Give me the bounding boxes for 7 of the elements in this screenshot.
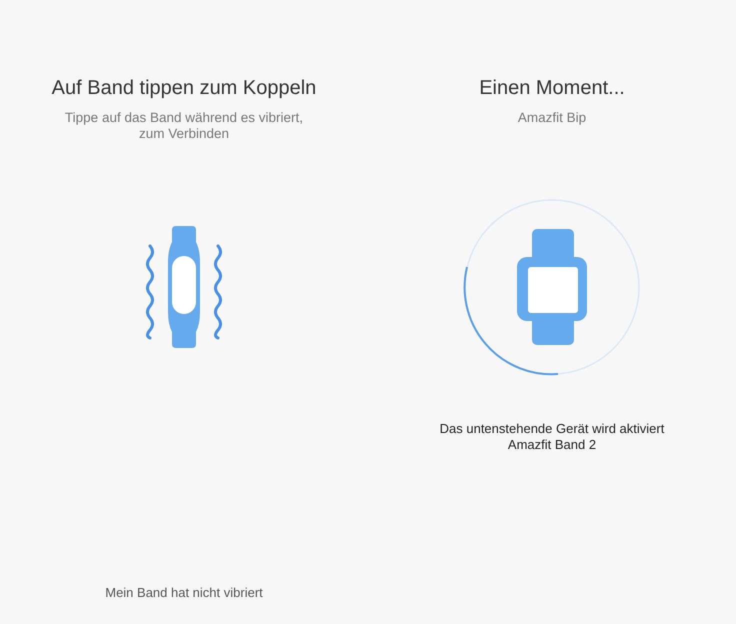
device-model: Amazfit Band 2 [508,437,596,453]
pairing-title: Auf Band tippen zum Koppeln [52,77,316,100]
band-did-not-vibrate-link[interactable]: Mein Band hat nicht vibriert [105,585,263,600]
activation-status: Das untenstehende Gerät wird aktiviert [440,421,664,437]
waiting-title: Einen Moment... [479,77,625,100]
device-name: Amazfit Bip [516,110,588,126]
pairing-instructions: Tippe auf das Band während es vibriert, zum Verbinden [64,110,304,142]
